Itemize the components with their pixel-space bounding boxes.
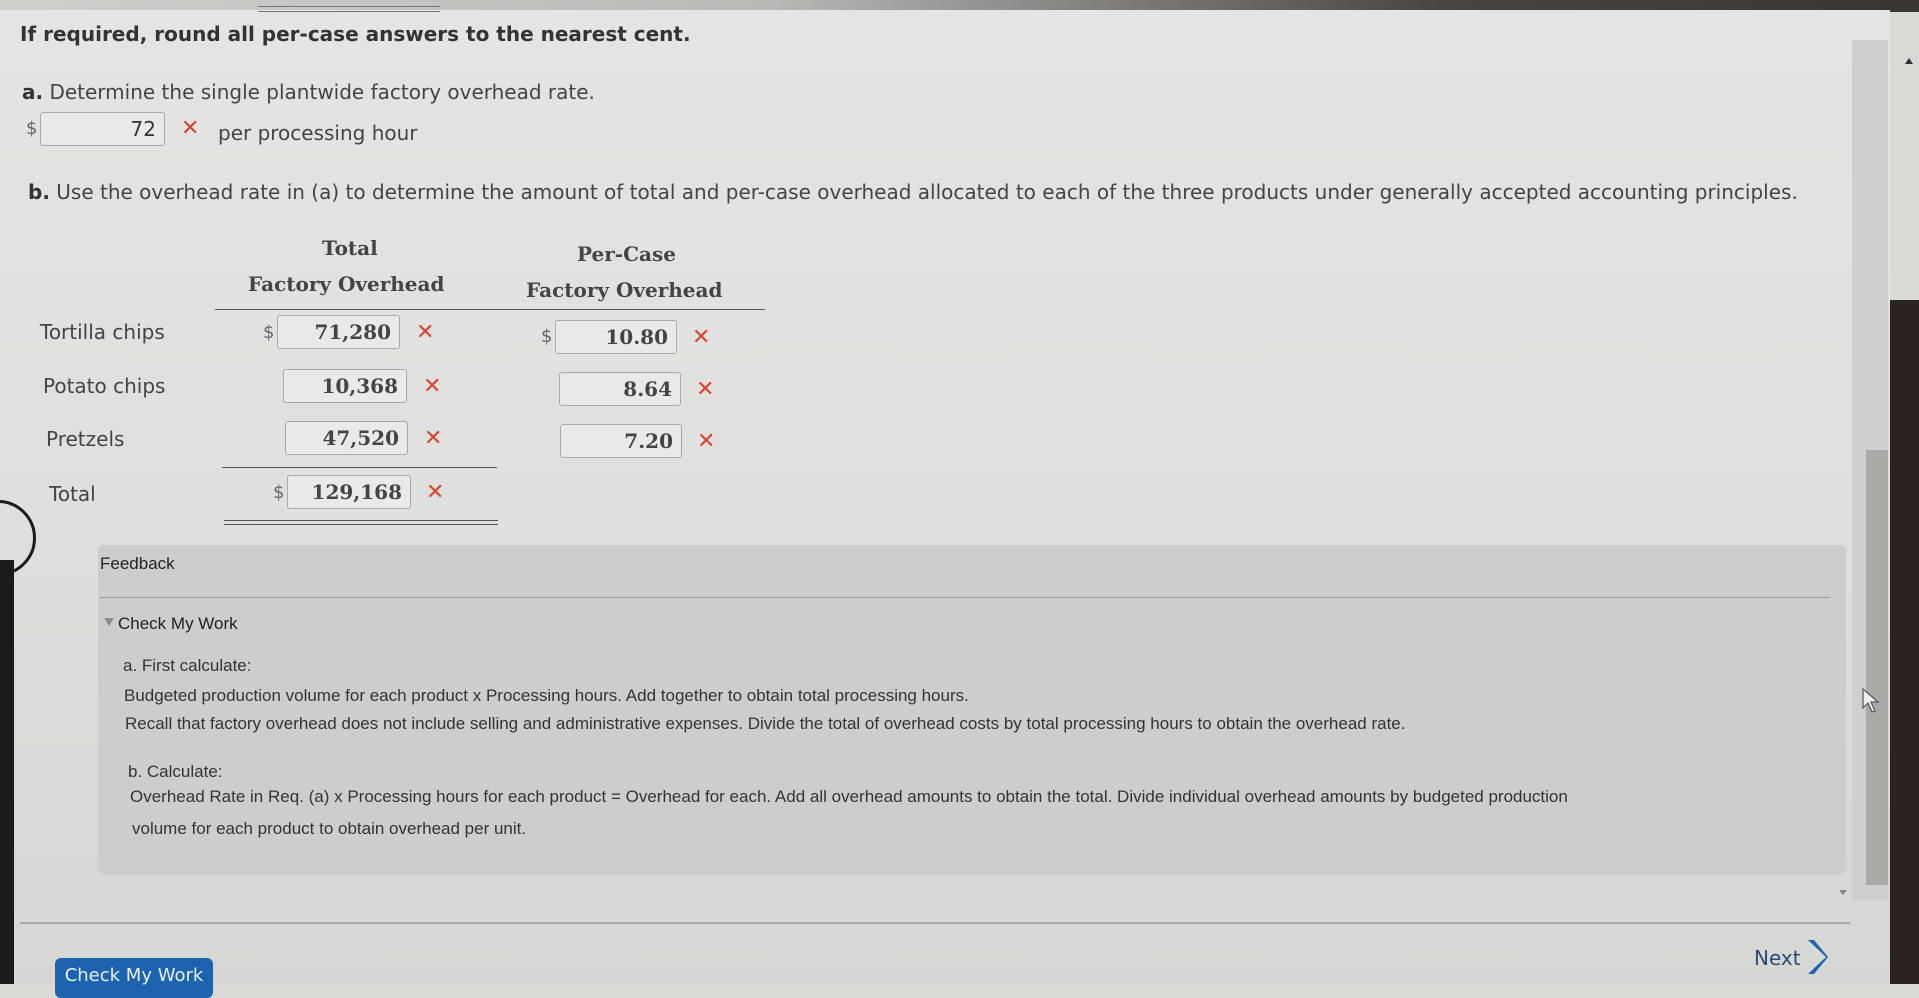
col-header-total-line2: Factory Overhead: [248, 272, 445, 296]
incorrect-icon: ✕: [181, 116, 200, 141]
chevron-right-icon[interactable]: [1804, 938, 1830, 976]
incorrect-icon: ✕: [424, 426, 443, 451]
overhead-rate-input[interactable]: 72: [40, 112, 165, 146]
currency-symbol: $: [273, 482, 285, 503]
col-header-percase-line2: Factory Overhead: [526, 278, 723, 302]
feedback-divider: [100, 597, 1830, 598]
top-separator: [258, 6, 440, 12]
check-my-work-toggle-label: Check My Work: [118, 614, 238, 633]
check-my-work-toggle[interactable]: Check My Work: [104, 614, 238, 634]
part-a-text: Determine the single plantwide factory o…: [49, 80, 595, 104]
pretzels-total-input[interactable]: 47,520: [285, 421, 408, 455]
total-overhead-input[interactable]: 129,168: [287, 475, 411, 509]
incorrect-icon: ✕: [696, 377, 715, 402]
header-underline: [215, 309, 765, 310]
col-header-total-line1: Total: [322, 236, 378, 260]
feedback-b-heading: b. Calculate:: [128, 762, 223, 781]
pretzels-percase-input[interactable]: 7.20: [560, 424, 682, 458]
row-label-potato-chips: Potato chips: [43, 374, 166, 398]
rate-unit-label: per processing hour: [218, 121, 418, 145]
incorrect-icon: ✕: [426, 480, 445, 505]
total-double-rule: [224, 520, 498, 525]
col-header-percase-line1: Per-Case: [577, 242, 676, 266]
currency-symbol: $: [26, 118, 38, 139]
tortilla-percase-input[interactable]: 10.80: [555, 320, 677, 354]
scrollbar-thumb[interactable]: [1866, 450, 1888, 885]
incorrect-icon: ✕: [423, 374, 442, 399]
potato-total-input[interactable]: 10,368: [283, 369, 407, 403]
collapse-triangle-icon: [104, 618, 114, 626]
potato-percase-input[interactable]: 8.64: [559, 372, 681, 406]
currency-symbol: $: [541, 326, 553, 347]
scroll-down-arrow-icon[interactable]: [1839, 890, 1847, 895]
footer-divider: [20, 922, 1850, 924]
row-label-pretzels: Pretzels: [46, 427, 125, 451]
feedback-title: Feedback: [100, 554, 175, 573]
part-b-question: b. Use the overhead rate in (a) to deter…: [28, 180, 1798, 204]
part-b-prefix: b.: [28, 180, 50, 204]
mouse-cursor-icon: [1862, 688, 1880, 713]
tortilla-total-input[interactable]: 71,280: [277, 315, 400, 349]
feedback-b-line1: Overhead Rate in Req. (a) x Processing h…: [130, 787, 1568, 806]
incorrect-icon: ✕: [692, 325, 711, 350]
feedback-a-line1: Budgeted production volume for each prod…: [124, 686, 969, 705]
part-a-question: a. Determine the single plantwide factor…: [22, 80, 595, 104]
row-label-total: Total: [49, 482, 96, 506]
next-button[interactable]: Next: [1754, 946, 1801, 970]
feedback-a-heading: a. First calculate:: [123, 656, 252, 675]
row-label-tortilla-chips: Tortilla chips: [40, 320, 165, 344]
subtotal-rule: [222, 467, 497, 468]
monitor-bezel: [1890, 300, 1919, 984]
currency-symbol: $: [263, 322, 275, 343]
incorrect-icon: ✕: [697, 429, 716, 454]
incorrect-icon: ✕: [416, 320, 435, 345]
instruction-text: If required, round all per-case answers …: [20, 22, 691, 46]
part-b-text: Use the overhead rate in (a) to determin…: [56, 180, 1798, 204]
part-a-prefix: a.: [22, 80, 44, 104]
feedback-a-line2: Recall that factory overhead does not in…: [125, 714, 1406, 733]
scroll-up-arrow-icon[interactable]: [1905, 58, 1913, 64]
feedback-b-line2: volume for each product to obtain overhe…: [132, 819, 527, 838]
monitor-bezel: [0, 560, 14, 984]
check-my-work-button[interactable]: Check My Work: [55, 958, 213, 998]
